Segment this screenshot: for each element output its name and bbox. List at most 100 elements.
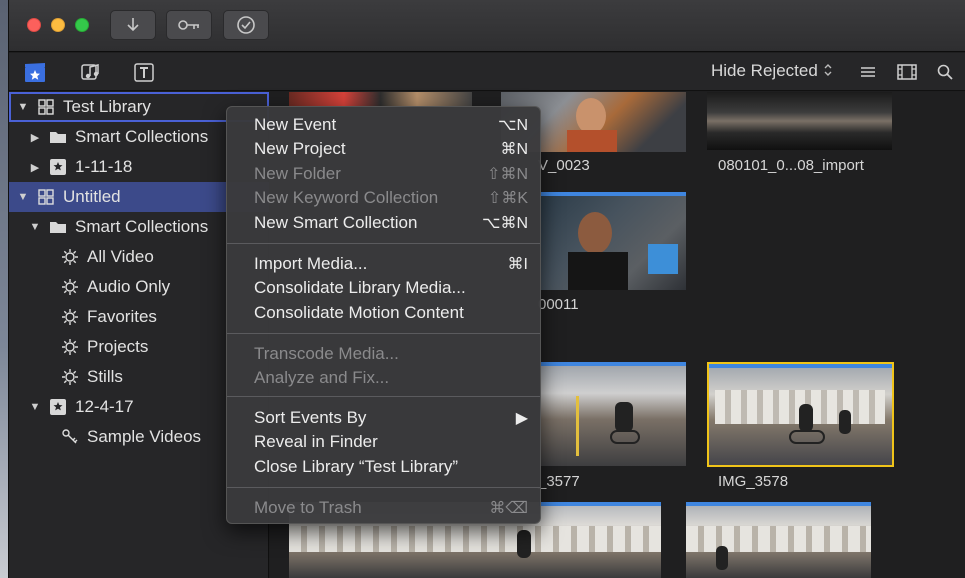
library-grid-icon	[37, 98, 55, 116]
menu-separator	[227, 333, 540, 334]
menu-item-label: New Smart Collection	[254, 213, 418, 232]
disclosure-triangle-icon[interactable]: ▼	[29, 221, 41, 233]
sidebar-item-label: Test Library	[63, 97, 151, 116]
sidebar-item-label: Untitled	[63, 187, 121, 206]
menu-item-close-library[interactable]: Close Library “Test Library”	[227, 455, 540, 479]
final-cut-window: Hide Rejected ▼ Test Library ▶ Smart Col…	[8, 0, 965, 578]
clip-filter-label: Hide Rejected	[711, 61, 818, 80]
menu-item-analyze-and-fix: Analyze and Fix...	[227, 366, 540, 390]
libraries-button[interactable]	[23, 61, 47, 83]
gear-icon	[61, 368, 79, 386]
menu-item-shortcut: ⌥N	[498, 117, 528, 134]
menu-item-import-media[interactable]: Import Media... ⌘I	[227, 252, 540, 276]
menu-item-label: Reveal in Finder	[254, 432, 378, 451]
clip-thumbnail[interactable]	[540, 362, 686, 466]
disclosure-triangle-icon[interactable]: ▶	[29, 161, 41, 174]
sidebar-item-label: 12-4-17	[75, 397, 134, 416]
menu-item-sort-events-by[interactable]: Sort Events By ▶	[227, 406, 540, 430]
menu-item-shortcut: ⇧⌘K	[487, 190, 528, 207]
key-icon	[178, 20, 199, 30]
menu-separator	[227, 487, 540, 488]
menu-item-label: Import Media...	[254, 254, 368, 273]
menu-item-shortcut: ⌘I	[507, 256, 528, 273]
sidebar-item-label: Stills	[87, 367, 123, 386]
menu-item-new-keyword-collection: New Keyword Collection ⇧⌘K	[227, 186, 540, 210]
clip-caption: IMG_3578	[718, 473, 789, 490]
import-button[interactable]	[110, 10, 156, 40]
menu-item-label: New Keyword Collection	[254, 188, 439, 207]
sidebar-item-label: 1-11-18	[75, 157, 133, 176]
titles-generators-button[interactable]	[133, 61, 157, 83]
disclosure-triangle-icon[interactable]: ▼	[17, 101, 29, 113]
menu-separator	[227, 396, 540, 397]
clip-thumbnail[interactable]	[686, 502, 871, 578]
close-window-button[interactable]	[27, 18, 41, 32]
disclosure-triangle-icon[interactable]: ▼	[29, 401, 41, 413]
menu-item-label: Transcode Media...	[254, 344, 399, 363]
background-tasks-button[interactable]	[223, 10, 269, 40]
menu-item-new-smart-collection[interactable]: New Smart Collection ⌥⌘N	[227, 211, 540, 235]
menu-item-shortcut: ⌘N	[500, 141, 528, 158]
menu-item-label: Analyze and Fix...	[254, 368, 390, 387]
list-icon	[861, 67, 875, 77]
menu-item-shortcut: ⌘⌫	[489, 500, 528, 517]
menu-item-label: Sort Events By	[254, 408, 367, 427]
title-bar	[9, 0, 965, 52]
gear-icon	[61, 338, 79, 356]
music-note-icon	[81, 64, 99, 80]
menu-item-new-project[interactable]: New Project ⌘N	[227, 137, 540, 161]
sidebar-item-label: All Video	[87, 247, 154, 266]
library-context-menu: New Event ⌥N New Project ⌘N New Folder ⇧…	[226, 106, 541, 524]
menu-item-new-folder: New Folder ⇧⌘N	[227, 162, 540, 186]
browser-toolbar: Hide Rejected	[9, 53, 965, 91]
menu-item-label: Move to Trash	[254, 498, 362, 517]
disclosure-triangle-icon[interactable]: ▶	[29, 131, 41, 144]
sidebar-item-label: Smart Collections	[75, 127, 209, 146]
submenu-arrow-icon: ▶	[515, 410, 528, 427]
menu-item-new-event[interactable]: New Event ⌥N	[227, 113, 540, 137]
minimize-window-button[interactable]	[51, 18, 65, 32]
title-t-icon	[134, 63, 154, 82]
photos-audio-button[interactable]	[79, 61, 103, 83]
list-view-button[interactable]	[856, 61, 880, 83]
clip-thumbnail[interactable]	[707, 92, 892, 150]
gear-icon	[61, 248, 79, 266]
gear-icon	[61, 278, 79, 296]
folder-icon	[49, 128, 67, 146]
filmstrip-view-button[interactable]	[895, 61, 919, 83]
clip-caption: V_0023	[538, 157, 590, 174]
menu-item-shortcut: ⇧⌘N	[487, 166, 528, 183]
download-arrow-icon	[127, 18, 139, 32]
menu-item-label: Consolidate Motion Content	[254, 303, 464, 322]
keywords-button[interactable]	[166, 10, 212, 40]
clapper-star-icon	[25, 63, 45, 82]
menu-item-move-to-trash: Move to Trash ⌘⌫	[227, 496, 540, 520]
filmstrip-icon	[897, 64, 917, 80]
clip-thumbnail[interactable]	[289, 92, 472, 106]
checkmark-circle-icon	[237, 16, 255, 34]
clip-caption: _3577	[538, 473, 580, 490]
sidebar-item-label: Audio Only	[87, 277, 171, 296]
menu-item-consolidate-library-media[interactable]: Consolidate Library Media...	[227, 276, 540, 300]
sidebar-item-label: Sample Videos	[87, 427, 202, 446]
disclosure-triangle-icon[interactable]: ▼	[17, 191, 29, 203]
menu-item-consolidate-motion-content[interactable]: Consolidate Motion Content	[227, 301, 540, 325]
zoom-window-button[interactable]	[75, 18, 89, 32]
menu-item-transcode-media: Transcode Media...	[227, 342, 540, 366]
chevron-updown-icon	[823, 62, 833, 81]
menu-item-label: New Project	[254, 139, 346, 158]
clip-caption: 00011	[538, 296, 579, 313]
menu-item-label: New Folder	[254, 164, 341, 183]
search-button[interactable]	[933, 61, 957, 83]
sidebar-item-label: Projects	[87, 337, 149, 356]
menu-separator	[227, 243, 540, 244]
menu-item-reveal-in-finder[interactable]: Reveal in Finder	[227, 430, 540, 454]
event-star-icon	[49, 158, 67, 176]
sidebar-item-label: Smart Collections	[75, 217, 209, 236]
menu-item-label: Close Library “Test Library”	[254, 457, 459, 476]
clip-thumbnail[interactable]	[540, 192, 686, 290]
clip-filter-popup[interactable]: Hide Rejected	[711, 61, 833, 81]
selected-clip-thumbnail[interactable]	[707, 362, 894, 467]
menu-item-shortcut: ⌥⌘N	[482, 215, 528, 232]
menu-item-label: New Event	[254, 115, 337, 134]
